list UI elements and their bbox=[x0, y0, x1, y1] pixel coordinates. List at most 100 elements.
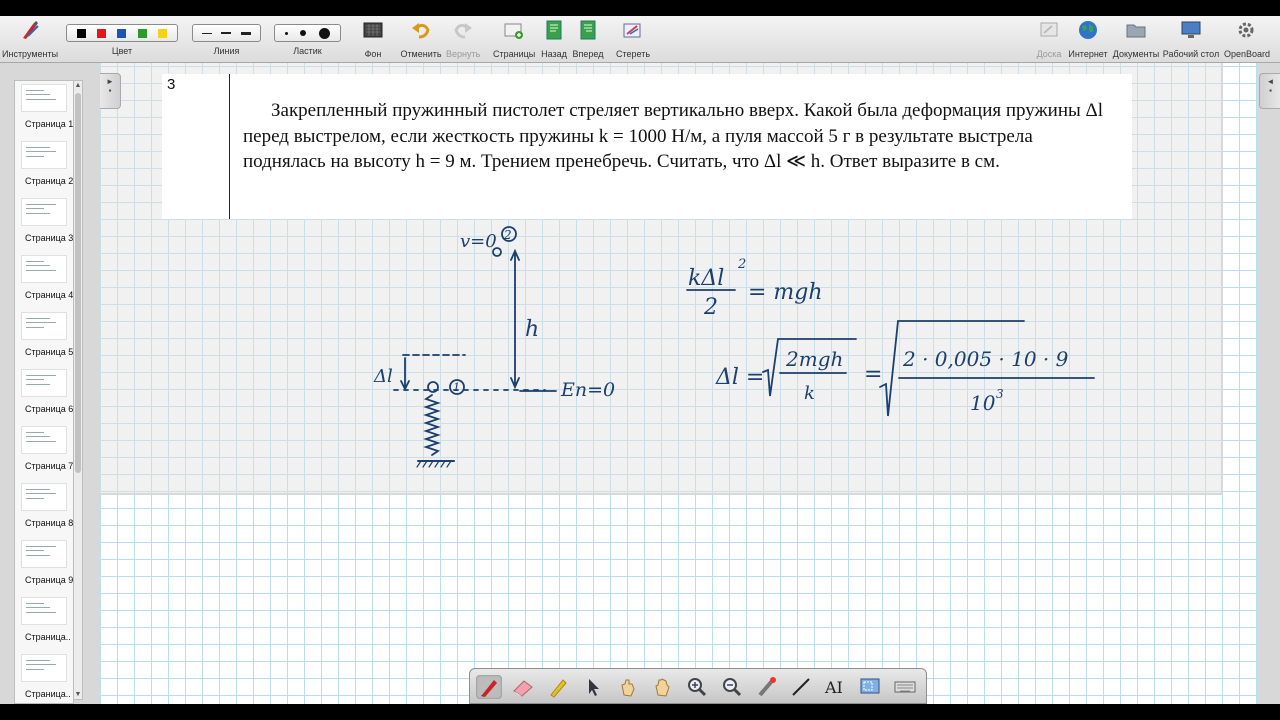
page-thumbnail bbox=[21, 198, 67, 226]
page-thumbnail-item[interactable]: Страница.. bbox=[15, 594, 73, 651]
line-thin[interactable] bbox=[201, 32, 212, 34]
zoom-out-icon[interactable] bbox=[719, 675, 745, 699]
globe-icon bbox=[1079, 21, 1097, 39]
page-thumbnail-item[interactable]: Страница.. bbox=[15, 651, 73, 703]
monitor-icon bbox=[1181, 21, 1201, 38]
color-swatch-yellow[interactable] bbox=[158, 28, 168, 38]
pages-button[interactable]: Страницы bbox=[493, 18, 535, 59]
pages-list[interactable]: Страница 1 Страница 2 Страница 3 Страница 4… bbox=[14, 80, 74, 704]
page-label: Страница 5 bbox=[25, 347, 74, 357]
back-button[interactable]: Назад bbox=[540, 18, 568, 59]
capture-icon[interactable] bbox=[857, 675, 883, 699]
undo-icon bbox=[412, 23, 430, 39]
page-label: Страница 2 bbox=[25, 176, 74, 186]
page-thumbnail bbox=[21, 654, 67, 682]
problem-number: 3 bbox=[167, 76, 176, 93]
background-icon bbox=[363, 22, 383, 38]
page-thumbnail-item[interactable]: Страница 9 bbox=[15, 537, 73, 594]
page-thumbnail-item[interactable]: Страница 7 bbox=[15, 423, 73, 480]
page-thumbnail bbox=[21, 141, 67, 169]
page-label: Страница 6 bbox=[25, 404, 74, 414]
board-button[interactable]: Доска bbox=[1036, 18, 1062, 59]
line-width-picker bbox=[192, 24, 261, 42]
page-thumbnail-item[interactable]: Страница 1 bbox=[15, 81, 73, 138]
background-label: Фон bbox=[364, 49, 382, 59]
svg-text:AI: AI bbox=[824, 678, 843, 697]
board-label: Доска bbox=[1036, 49, 1062, 59]
color-swatch-black[interactable] bbox=[76, 28, 86, 38]
page-label: Страница.. bbox=[25, 632, 71, 642]
color-swatch-blue[interactable] bbox=[117, 28, 127, 38]
scroll-thumb[interactable] bbox=[75, 93, 81, 473]
text-tool-icon[interactable]: AI bbox=[822, 675, 848, 699]
desktop-button[interactable]: Рабочий стол bbox=[1162, 18, 1220, 59]
library-panel bbox=[1257, 63, 1280, 704]
redo-button[interactable]: Вернуть bbox=[446, 18, 480, 59]
internet-label: Интернет bbox=[1068, 49, 1108, 59]
internet-button[interactable]: Интернет bbox=[1068, 18, 1108, 59]
left-panel-toggle[interactable]: ► ▪ bbox=[100, 73, 121, 109]
page-label: Страница 4 bbox=[25, 290, 74, 300]
eraser-icon[interactable] bbox=[510, 675, 536, 699]
eraser-medium[interactable] bbox=[300, 30, 307, 36]
line-tool-icon[interactable] bbox=[788, 675, 814, 699]
forward-button[interactable]: Вперед bbox=[572, 18, 604, 59]
page-thumbnail-item[interactable]: Страница 8 bbox=[15, 480, 73, 537]
previous-page-icon bbox=[546, 20, 562, 40]
undo-label: Отменить bbox=[400, 49, 442, 59]
erase-label: Стереть bbox=[615, 49, 651, 59]
eraser-size-picker bbox=[274, 24, 341, 42]
color-picker bbox=[66, 24, 178, 42]
right-panel-toggle[interactable]: ◄ ▪ bbox=[1259, 73, 1280, 109]
board-icon bbox=[1040, 22, 1058, 37]
pen-icon[interactable] bbox=[476, 675, 502, 699]
erase-button[interactable]: Стереть bbox=[614, 18, 652, 59]
interact-hand-icon[interactable] bbox=[615, 675, 641, 699]
eraser-label: Ластик bbox=[293, 46, 322, 56]
line-medium[interactable] bbox=[221, 32, 232, 34]
highlighter-icon[interactable] bbox=[545, 675, 571, 699]
color-swatch-red[interactable] bbox=[97, 28, 107, 38]
next-page-icon bbox=[580, 20, 596, 40]
hand-icon[interactable] bbox=[650, 675, 676, 699]
pages-label: Страницы bbox=[493, 49, 536, 59]
keyboard-icon[interactable] bbox=[892, 675, 918, 699]
scroll-down-icon[interactable]: ▼ bbox=[74, 691, 82, 698]
openboard-label: OpenBoard bbox=[1224, 49, 1271, 59]
clear-board-icon bbox=[623, 23, 641, 38]
redo-label: Вернуть bbox=[446, 49, 481, 59]
gear-icon bbox=[1238, 22, 1254, 38]
page-label: Страница.. bbox=[25, 689, 71, 699]
letterbox-bottom bbox=[0, 704, 1280, 720]
laser-pointer-icon[interactable] bbox=[754, 675, 780, 699]
openboard-button[interactable]: OpenBoard bbox=[1224, 18, 1271, 59]
stylus-palette: AI bbox=[469, 668, 927, 704]
page-thumbnail-item[interactable]: Страница 2 bbox=[15, 138, 73, 195]
eraser-large[interactable] bbox=[318, 27, 330, 39]
documents-label: Документы bbox=[1112, 49, 1160, 59]
page-label: Страница 1 bbox=[25, 119, 74, 129]
background-button[interactable]: Фон bbox=[356, 18, 390, 59]
eraser-small[interactable] bbox=[285, 31, 289, 35]
documents-button[interactable]: Документы bbox=[1112, 18, 1160, 59]
forward-label: Вперед bbox=[572, 49, 604, 59]
line-thick[interactable] bbox=[241, 31, 252, 35]
page-thumbnail-item[interactable]: Страница 5 bbox=[15, 309, 73, 366]
zoom-in-icon[interactable] bbox=[684, 675, 710, 699]
color-swatch-green[interactable] bbox=[137, 28, 147, 38]
pages-scrollbar[interactable]: ▲ ▼ bbox=[73, 80, 83, 700]
main-toolbar: Инструменты Цвет Линия Ластик Фон Отмени… bbox=[0, 16, 1280, 63]
page-label: Страница 9 bbox=[25, 575, 74, 585]
add-page-icon bbox=[504, 23, 523, 39]
tools-icon bbox=[23, 21, 39, 39]
undo-button[interactable]: Отменить bbox=[400, 18, 442, 59]
color-label: Цвет bbox=[111, 46, 133, 56]
page-thumbnail-item[interactable]: Страница 4 bbox=[15, 252, 73, 309]
back-label: Назад bbox=[541, 49, 567, 59]
desktop-label: Рабочий стол bbox=[1162, 49, 1220, 59]
page-thumbnail-item[interactable]: Страница 6 bbox=[15, 366, 73, 423]
tools-button[interactable]: Инструменты bbox=[2, 18, 58, 59]
page-thumbnail-item[interactable]: Страница 3 bbox=[15, 195, 73, 252]
scroll-up-icon[interactable]: ▲ bbox=[74, 82, 82, 89]
pointer-icon[interactable] bbox=[580, 675, 606, 699]
